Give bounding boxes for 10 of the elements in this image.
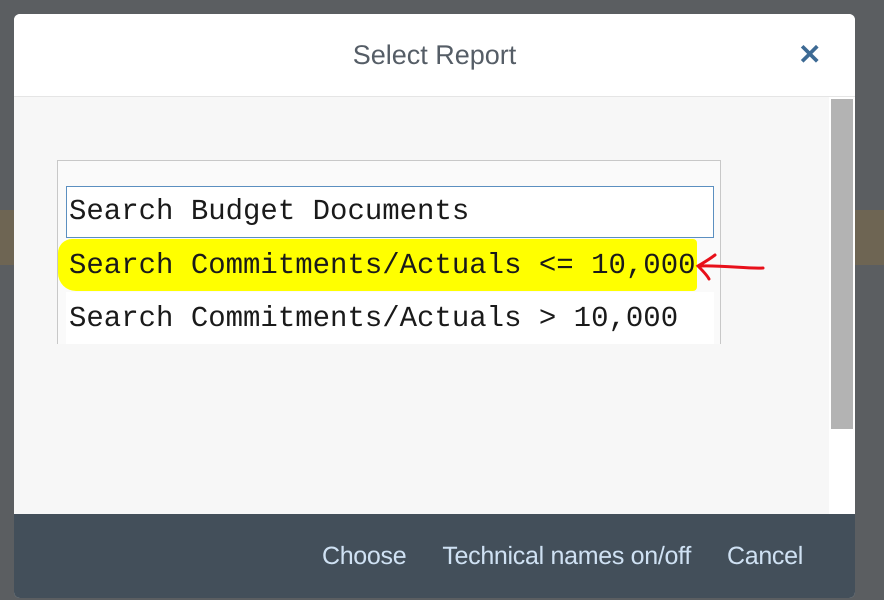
footer-button[interactable]: Cancel	[724, 538, 805, 574]
scrollbar[interactable]	[829, 97, 855, 514]
scrollbar-thumb[interactable]	[831, 99, 853, 429]
dialog-title: Select Report	[352, 40, 516, 70]
report-item[interactable]: Search Commitments/Actuals <= 10,000	[58, 239, 697, 291]
report-item[interactable]: Search Commitments/Actuals > 10,000	[66, 292, 714, 344]
footer-button[interactable]: Choose	[320, 538, 408, 574]
footer-button[interactable]: Technical names on/off	[440, 538, 693, 574]
report-item[interactable]: Search Budget Documents	[66, 186, 714, 238]
close-button[interactable]: ✕	[794, 38, 825, 71]
